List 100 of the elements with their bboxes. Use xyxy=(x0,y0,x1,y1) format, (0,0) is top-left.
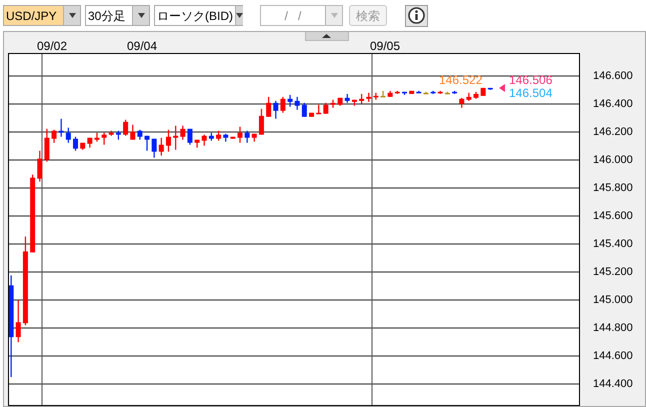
caret-icon xyxy=(322,34,331,38)
price-label: 146.522 xyxy=(439,73,482,87)
candlestick xyxy=(394,90,400,94)
date-placeholder: / / xyxy=(284,8,302,24)
candlestick xyxy=(37,150,42,182)
info-icon xyxy=(408,7,425,24)
candlestick xyxy=(474,92,479,99)
candlestick xyxy=(194,140,200,148)
candlestick xyxy=(58,118,64,137)
caret-icon xyxy=(138,13,144,18)
price-axis-label: 145.000 xyxy=(593,294,633,306)
candlestick xyxy=(430,90,436,94)
candlestick xyxy=(438,90,443,94)
candlestick xyxy=(16,300,21,342)
candlestick xyxy=(230,136,236,139)
date-label: 09/02 xyxy=(37,39,68,53)
candlestick xyxy=(273,100,278,119)
candlestick xyxy=(402,92,407,95)
dropdown-select[interactable]: USD/JPY xyxy=(3,5,81,26)
caret-icon xyxy=(236,13,243,18)
candlestick xyxy=(238,126,242,143)
price-axis-label: 146.600 xyxy=(593,70,633,82)
date-label: 09/05 xyxy=(370,39,400,53)
candlestick xyxy=(73,136,78,151)
candlestick xyxy=(137,130,142,140)
candlestick xyxy=(252,134,257,142)
info-button[interactable] xyxy=(405,4,428,26)
candlestick xyxy=(288,94,293,107)
price-axis-label: 145.800 xyxy=(593,182,633,194)
price-label: 146.506 xyxy=(509,73,552,87)
dropdown-button[interactable] xyxy=(235,6,243,25)
candlestick xyxy=(94,132,100,142)
candlestick xyxy=(173,126,178,150)
candlestick xyxy=(323,102,328,114)
candlestick xyxy=(344,94,350,103)
candlestick xyxy=(294,96,300,110)
candlestick xyxy=(452,90,458,94)
price-axis-label: 146.000 xyxy=(593,154,633,166)
candlestick xyxy=(338,98,343,106)
price-axis-label: 144.400 xyxy=(593,378,633,390)
candlestick xyxy=(158,138,164,156)
candlestick xyxy=(373,92,378,100)
candlestick xyxy=(302,102,307,117)
candlestick xyxy=(366,92,372,102)
select-value: USD/JPY xyxy=(4,6,63,25)
candlestick xyxy=(44,128,50,162)
dropdown-button[interactable] xyxy=(63,6,80,25)
candlestick xyxy=(359,94,364,104)
candlestick xyxy=(352,100,357,106)
candlestick xyxy=(87,138,92,148)
price-axis-label: 146.200 xyxy=(593,126,633,138)
caret-icon xyxy=(330,13,338,18)
candlestick xyxy=(480,88,486,96)
candlestick xyxy=(216,130,222,141)
candlestick xyxy=(80,142,86,150)
caret-icon xyxy=(68,13,76,18)
candlestick xyxy=(459,98,464,108)
candlestick xyxy=(488,88,493,90)
candlestick xyxy=(166,130,171,152)
candlestick xyxy=(130,124,136,140)
candlestick xyxy=(330,100,336,108)
candlestick xyxy=(52,130,57,143)
candlestick xyxy=(187,128,192,145)
dropdown-select[interactable]: 30分足 xyxy=(85,5,150,26)
candlestick xyxy=(244,130,250,143)
candlestick xyxy=(202,134,207,146)
price-axis-label: 144.800 xyxy=(593,322,633,334)
candlestick xyxy=(108,130,114,136)
candlestick xyxy=(309,112,314,117)
date-label: 09/04 xyxy=(127,39,158,53)
price-axis-label: 145.200 xyxy=(593,266,633,278)
candlestick xyxy=(388,90,393,97)
candlestick xyxy=(180,126,186,140)
candlestick xyxy=(316,104,322,114)
candlestick xyxy=(409,90,414,94)
price-axis-label: 145.600 xyxy=(593,210,633,222)
candlestick xyxy=(144,136,150,151)
candlestick xyxy=(208,132,214,141)
candlestick xyxy=(116,130,121,140)
candlestick xyxy=(66,128,71,143)
price-axis-label: 144.600 xyxy=(593,350,633,362)
candlestick xyxy=(102,132,107,145)
price-label: 146.504 xyxy=(509,86,552,100)
candlestick xyxy=(266,96,272,117)
candlestick xyxy=(223,134,228,142)
candlestick xyxy=(123,120,128,136)
candlestick xyxy=(423,92,428,94)
candlestick xyxy=(258,108,264,135)
price-axis-label: 145.400 xyxy=(593,238,633,250)
candlestick xyxy=(416,90,422,94)
candlestick xyxy=(444,92,450,94)
candlestick xyxy=(466,92,472,101)
candlestick xyxy=(280,96,286,113)
candlestick xyxy=(152,138,157,158)
candlestick xyxy=(380,90,386,98)
dropdown-select[interactable]: ローソク(BID) xyxy=(154,5,243,26)
price-marker-icon xyxy=(499,84,505,92)
dropdown-button[interactable] xyxy=(132,6,149,25)
collapse-button[interactable] xyxy=(304,32,348,41)
price-axis-label: 146.400 xyxy=(593,98,633,110)
